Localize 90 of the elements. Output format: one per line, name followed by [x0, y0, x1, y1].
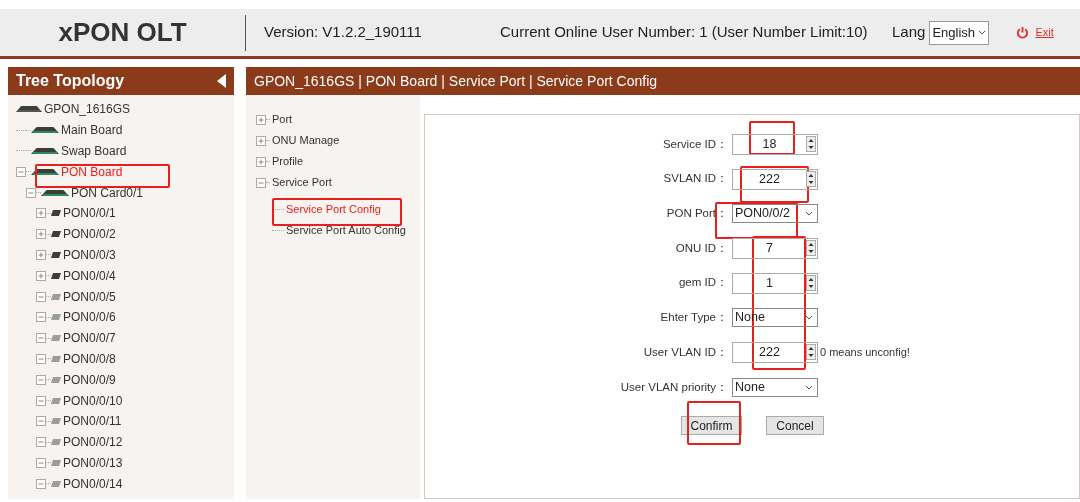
tree-item[interactable]: PON0/0/12 [63, 433, 123, 452]
tree-item[interactable]: PON0/0/5 [63, 287, 116, 306]
annotation-frame [749, 121, 795, 155]
device-icon [31, 148, 59, 154]
collapse-toggle[interactable] [36, 333, 46, 344]
tree-item[interactable]: PON0/0/14 [63, 474, 123, 493]
field-hint: 0 means unconfig! [820, 345, 910, 361]
menu-item[interactable]: Service Port [272, 174, 332, 191]
collapse-icon[interactable] [217, 74, 226, 88]
spinner-arrows-icon[interactable] [806, 275, 816, 292]
tree-item[interactable]: PON0/0/6 [63, 308, 116, 327]
number-field[interactable]: 18 [732, 133, 818, 155]
power-icon [1016, 26, 1030, 39]
collapse-toggle[interactable] [36, 416, 46, 427]
field-label: Service ID： [661, 136, 728, 152]
online-users-text: Current Online User Number: 1 (User Number Limit:10) [500, 22, 869, 43]
version-text: Version: V1.2.2_190111 [264, 22, 423, 43]
menu-item[interactable]: Port [272, 111, 293, 128]
collapse-toggle[interactable] [36, 395, 46, 406]
tree-item[interactable]: PON0/0/1 [63, 204, 116, 223]
field-label: PON Port： [665, 206, 728, 222]
tree-item[interactable]: PON0/0/3 [63, 245, 116, 264]
spinner-arrows-icon[interactable] [806, 171, 816, 188]
number-field[interactable]: 7 [732, 237, 818, 259]
menu-item[interactable]: Profile [272, 153, 304, 170]
collapse-toggle[interactable] [36, 291, 46, 302]
tree-item[interactable]: PON0/0/2 [63, 225, 116, 244]
expand-toggle[interactable] [256, 156, 266, 167]
chevron-down-icon [978, 30, 987, 35]
collapse-toggle[interactable] [36, 353, 46, 364]
tree-item[interactable]: PON0/0/9 [63, 370, 116, 389]
field-label: gem ID： [677, 275, 728, 291]
confirm-button[interactable]: Confirm [681, 415, 742, 435]
tree-item[interactable]: Main Board [61, 121, 123, 140]
tree-item[interactable]: PON Card0/1 [71, 183, 144, 202]
expand-toggle[interactable] [256, 135, 266, 146]
select-field[interactable]: PON0/0/2 [732, 204, 818, 224]
chevron-down-icon [805, 211, 813, 217]
submenu-item[interactable]: Service Port Auto Config [286, 222, 406, 239]
collapse-toggle[interactable] [16, 166, 26, 177]
number-field[interactable]: 1 [732, 272, 818, 294]
device-icon [31, 168, 59, 175]
annotation-frame [687, 401, 741, 445]
collapse-toggle[interactable] [36, 457, 46, 468]
sidebar-title: Tree Topology [16, 71, 125, 91]
tree-item[interactable]: PON0/0/10 [63, 391, 123, 410]
exit-link[interactable]: Exit [1035, 24, 1054, 41]
device-icon [31, 127, 59, 134]
tree-item[interactable]: PON0/0/13 [63, 453, 123, 472]
tree-item[interactable]: PON0/0/11 [63, 412, 122, 431]
expand-toggle[interactable] [36, 208, 46, 219]
device-icon [16, 106, 42, 113]
field-label: SVLAN ID： [662, 171, 728, 187]
submenu-item[interactable]: Service Port Config [286, 201, 381, 218]
collapse-toggle[interactable] [36, 374, 46, 385]
spinner-arrows-icon[interactable] [806, 344, 816, 361]
expand-toggle[interactable] [36, 270, 46, 281]
field-label: User VLAN priority： [619, 379, 728, 395]
collapse-toggle[interactable] [26, 187, 36, 198]
language-select[interactable]: English [929, 20, 990, 45]
number-field[interactable]: 222 [732, 168, 818, 190]
tree-item[interactable]: PON Board [61, 162, 123, 181]
collapse-toggle[interactable] [36, 312, 46, 323]
spinner-arrows-icon[interactable] [806, 136, 816, 153]
field-label: User VLAN ID： [642, 344, 728, 360]
tree-item[interactable]: PON0/0/8 [63, 349, 116, 368]
menu-item[interactable]: ONU Manage [272, 132, 340, 149]
expand-toggle[interactable] [36, 249, 46, 260]
tree-item[interactable]: Swap Board [61, 142, 127, 160]
select-field[interactable]: None [732, 377, 818, 397]
tree-item[interactable]: GPON_1616GS [44, 100, 131, 119]
breadcrumb: GPON_1616GS | PON Board | Service Port | Service Port Config [254, 71, 658, 91]
annotation-frame [740, 166, 809, 203]
chevron-down-icon [805, 384, 813, 390]
tree-item[interactable]: PON0/0/4 [63, 266, 116, 285]
expand-toggle[interactable] [36, 229, 46, 240]
cancel-button[interactable]: Concel [766, 415, 824, 435]
app-logo: xPON OLT [57, 16, 188, 49]
expand-toggle[interactable] [256, 114, 266, 125]
tree-item[interactable]: PON0/0/7 [63, 329, 116, 348]
field-label: ONU ID： [674, 240, 728, 256]
chevron-down-icon [805, 315, 813, 321]
spinner-arrows-icon[interactable] [806, 240, 816, 257]
collapse-toggle[interactable] [256, 177, 266, 188]
collapse-toggle[interactable] [36, 478, 46, 489]
language-label: Lang [892, 22, 926, 43]
collapse-toggle[interactable] [36, 437, 46, 448]
field-label: Ehter Type： [659, 310, 728, 326]
device-icon [41, 189, 69, 196]
number-field[interactable]: 222 [732, 341, 818, 363]
